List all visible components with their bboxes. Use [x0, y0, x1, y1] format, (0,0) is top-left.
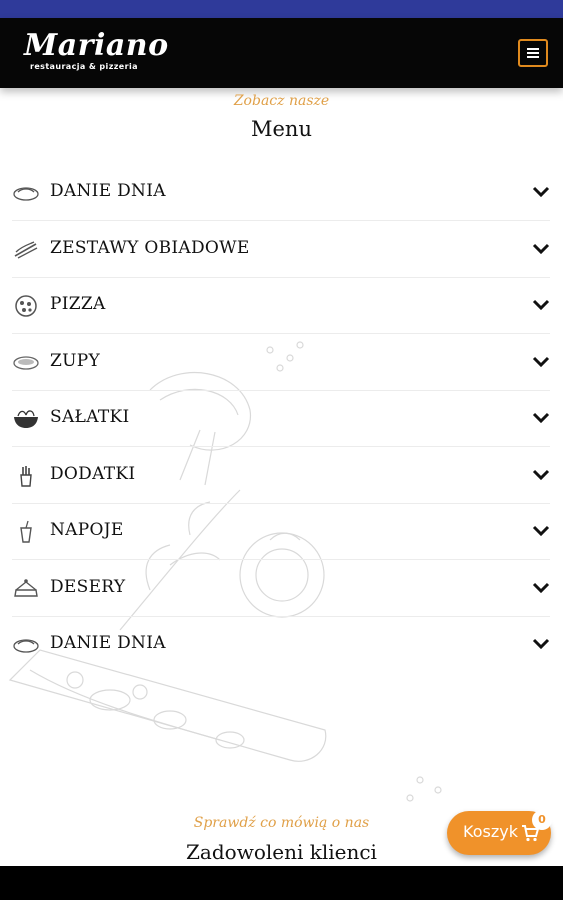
menu-category-zestawy-obiadowe[interactable]: ZESTAWY OBIADOWE [12, 222, 550, 278]
chevron-down-icon [532, 582, 550, 594]
set-meal-icon [14, 241, 38, 259]
menu-category-desery[interactable]: DESERY [12, 561, 550, 617]
menu-category-label: DESERY [50, 577, 126, 597]
menu-category-danie-dnia[interactable]: DANIE DNIA [12, 165, 550, 221]
salad-icon [14, 410, 38, 428]
menu-category-label: NAPOJE [50, 520, 124, 540]
chevron-down-icon [532, 243, 550, 255]
cart-label: Koszyk [463, 822, 518, 841]
pizza-icon [15, 295, 37, 317]
chevron-down-icon [532, 356, 550, 368]
hamburger-icon [527, 48, 539, 58]
soup-icon [13, 356, 39, 370]
dish-icon [13, 187, 39, 201]
drink-icon [20, 520, 32, 543]
chevron-down-icon [532, 412, 550, 424]
menu-category-label: DANIE DNIA [50, 181, 166, 201]
menu-section-title: Menu [251, 117, 312, 141]
menu-category-label: DODATKI [50, 464, 136, 484]
chevron-down-icon [532, 638, 550, 650]
status-bar [0, 0, 563, 18]
chevron-down-icon [532, 299, 550, 311]
chevron-down-icon [532, 469, 550, 481]
hamburger-menu-button[interactable] [518, 39, 548, 67]
chevron-down-icon [532, 186, 550, 198]
menu-section-subtitle: Zobacz nasze [233, 93, 330, 109]
logo-name: Mariano [24, 28, 169, 63]
logo-subtitle: restauracja & pizzeria [30, 62, 138, 71]
cake-icon [14, 579, 38, 597]
menu-category-label: PIZZA [50, 294, 106, 314]
cart-count-badge: 0 [532, 810, 552, 830]
menu-category-label: DANIE DNIA [50, 633, 166, 653]
dish-icon [13, 639, 39, 653]
app-header: Mariano restauracja & pizzeria [0, 18, 563, 88]
menu-category-salatki[interactable]: SAŁATKI [12, 391, 550, 447]
menu-category-label: ZESTAWY OBIADOWE [50, 238, 250, 258]
menu-category-napoje[interactable]: NAPOJE [12, 504, 550, 560]
menu-category-pizza[interactable]: PIZZA [12, 278, 550, 334]
menu-category-dodatki[interactable]: DODATKI [12, 448, 550, 504]
chevron-down-icon [532, 525, 550, 537]
fries-icon [20, 466, 32, 487]
menu-category-zupy[interactable]: ZUPY [12, 335, 550, 391]
system-navigation-bar [0, 866, 563, 900]
menu-category-label: SAŁATKI [50, 407, 130, 427]
menu-category-danie-dnia-2[interactable]: DANIE DNIA [12, 617, 550, 673]
menu-category-label: ZUPY [50, 351, 101, 371]
logo[interactable]: Mariano restauracja & pizzeria [24, 28, 174, 78]
